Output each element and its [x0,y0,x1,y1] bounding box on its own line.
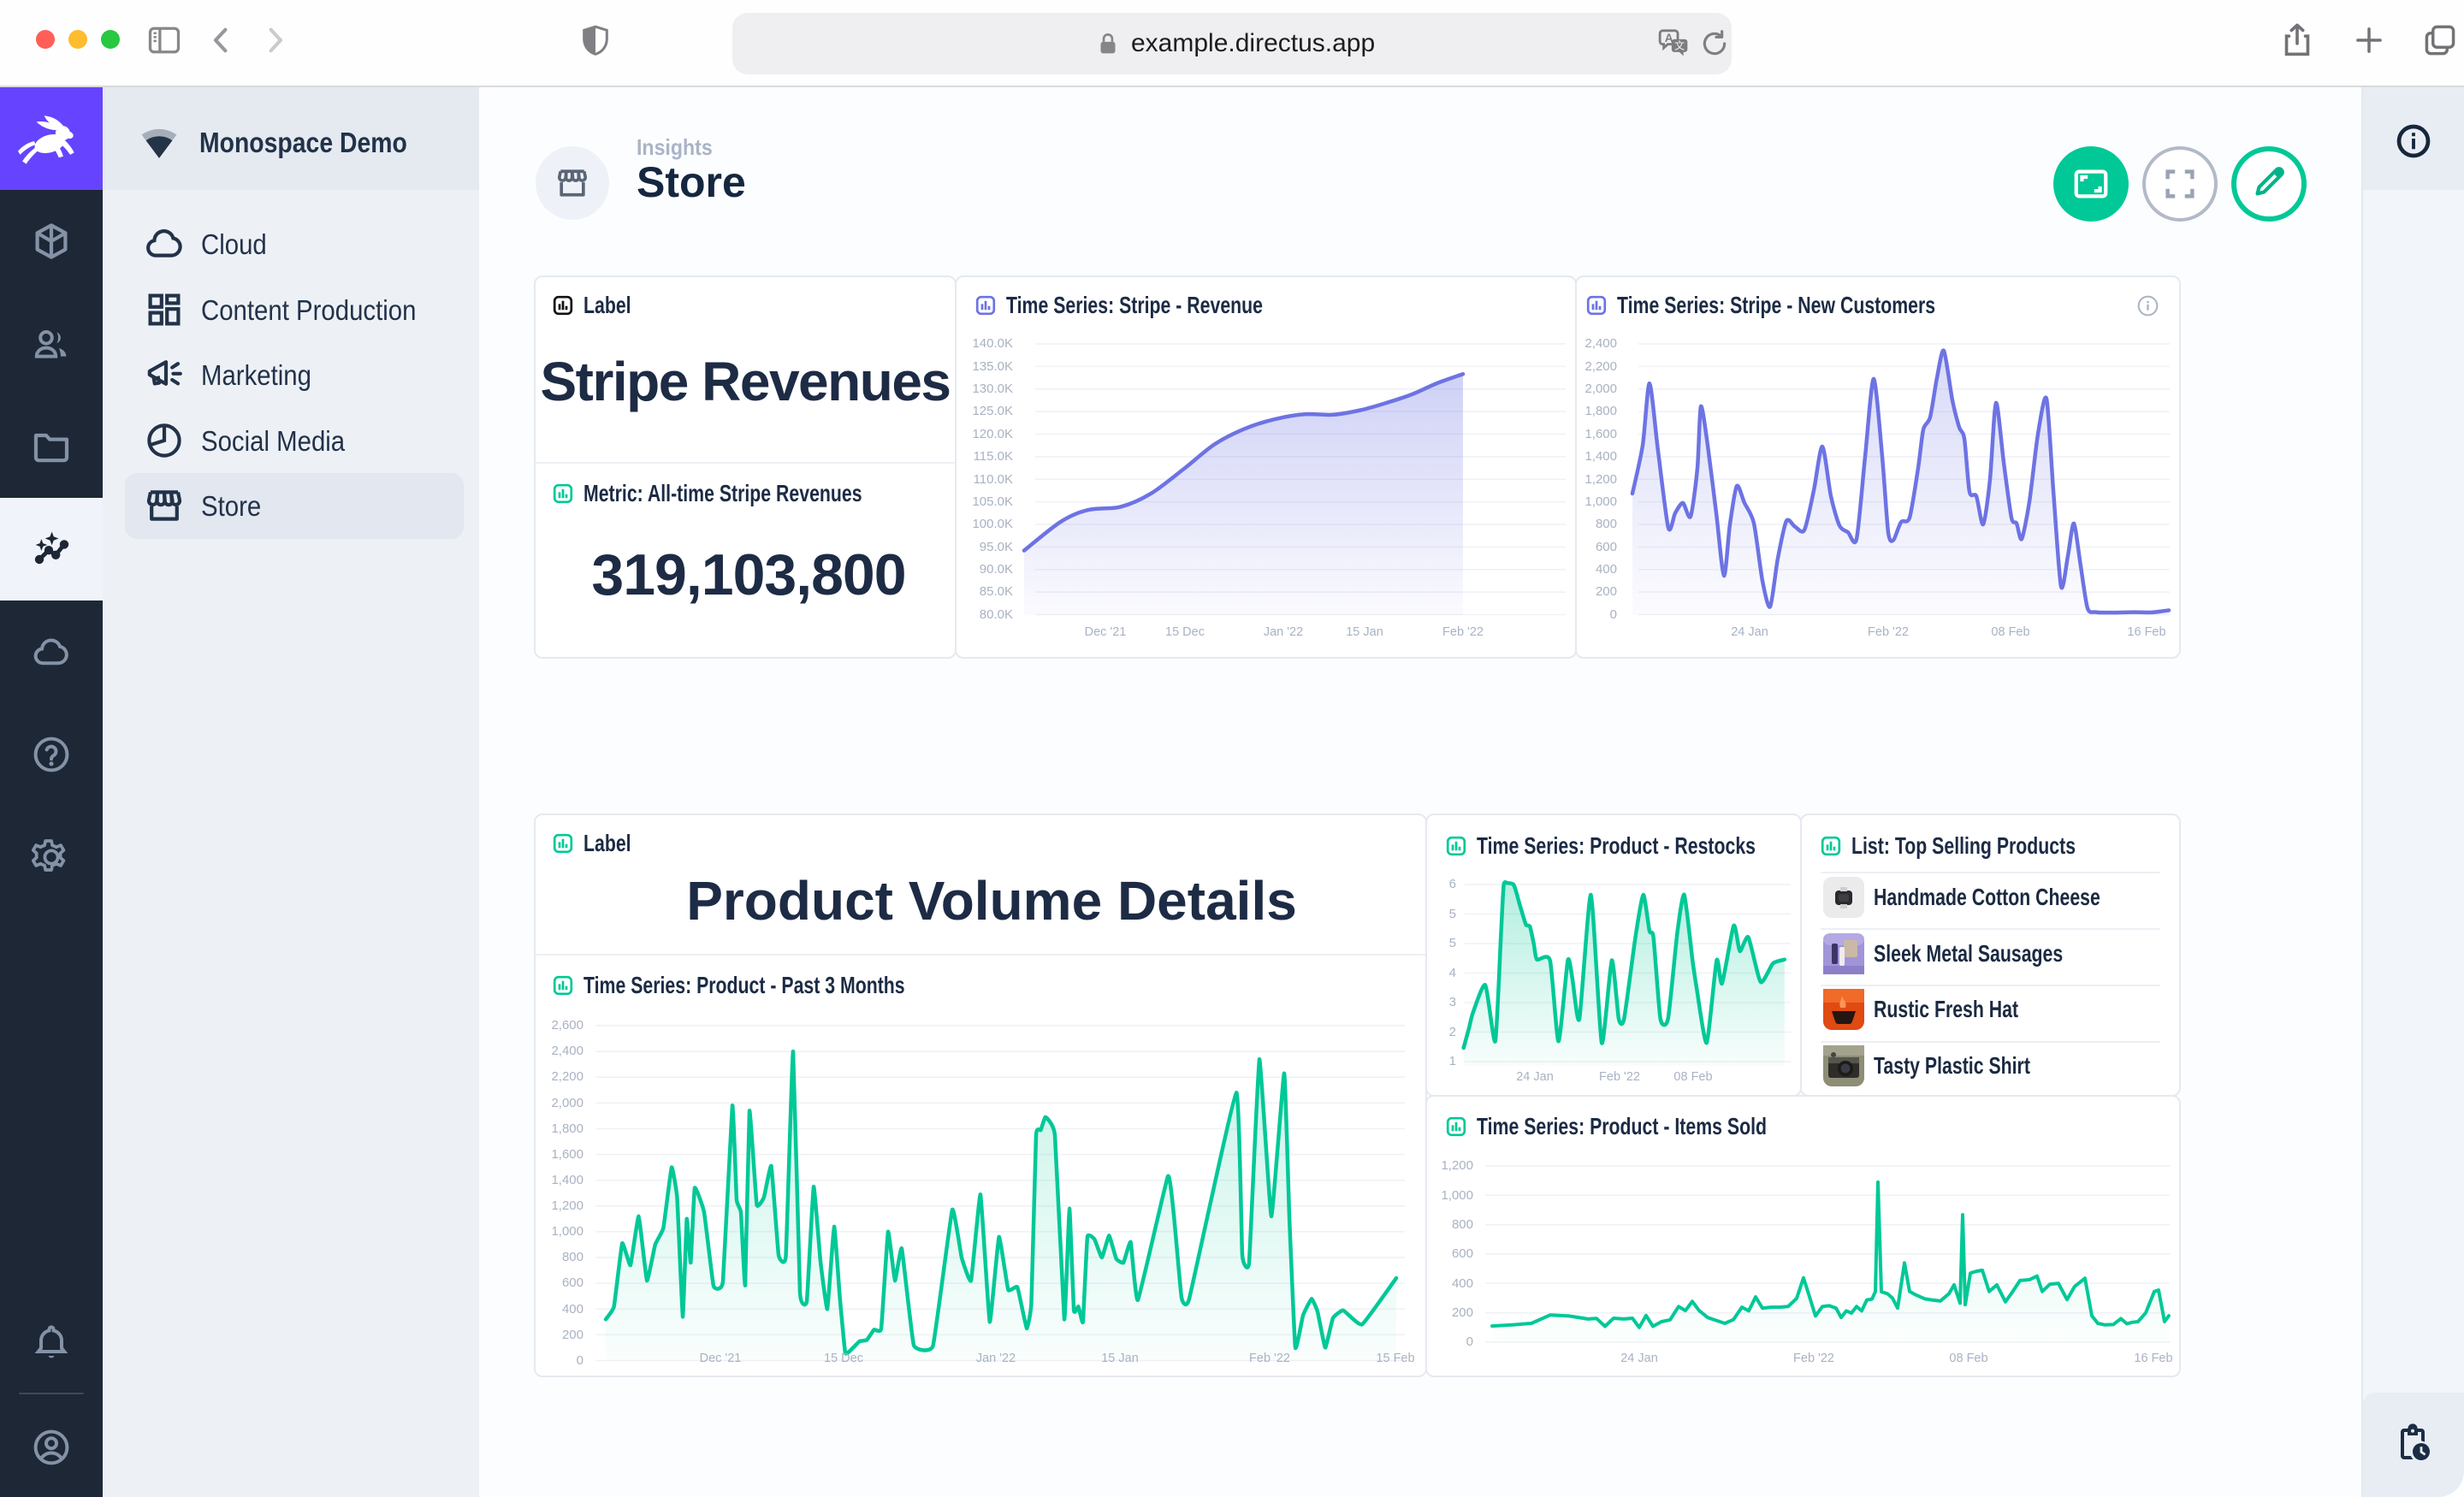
svg-text:文: 文 [1674,39,1685,52]
